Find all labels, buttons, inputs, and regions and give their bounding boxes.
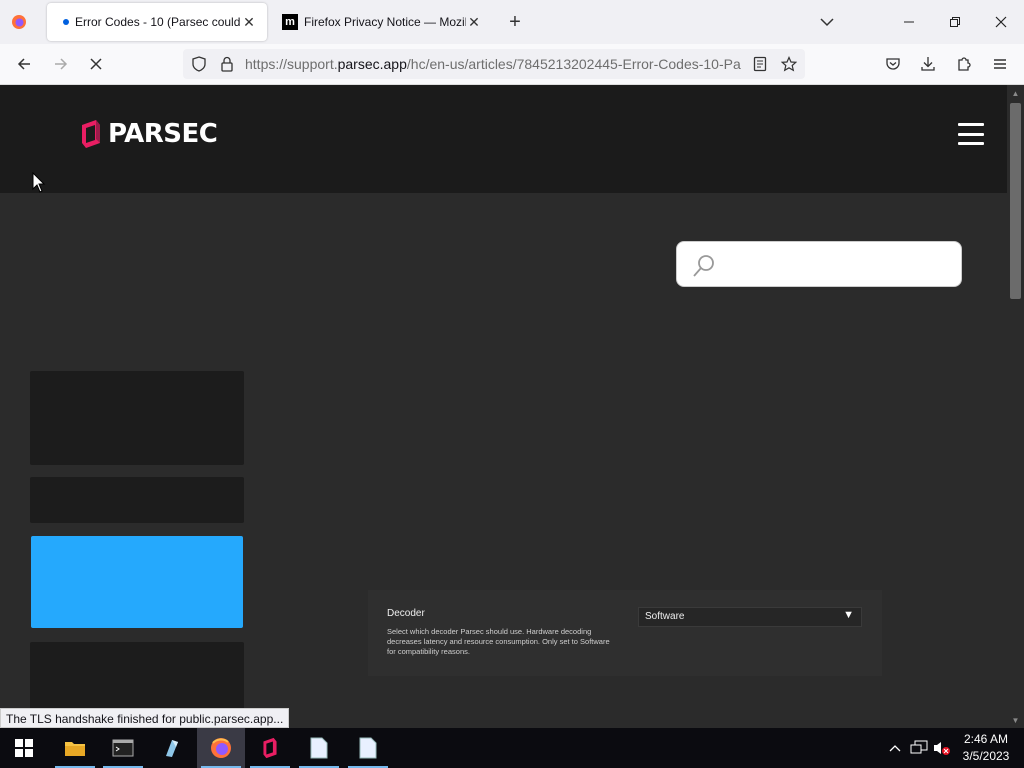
speaker-muted-icon: [934, 742, 950, 755]
tab-close-icon[interactable]: ✕: [241, 14, 257, 31]
network-icon: [910, 740, 928, 754]
download-icon: [921, 57, 935, 71]
decoder-select-value: Software: [645, 611, 685, 622]
search-icon: [693, 255, 714, 277]
new-tab-button[interactable]: +: [503, 10, 527, 34]
decoder-select[interactable]: Software ▼: [638, 607, 862, 627]
puzzle-icon: [958, 57, 971, 71]
tab-strip: Error Codes - 10 (Parsec couldn't ✕ m Fi…: [0, 0, 1024, 44]
pocket-button[interactable]: [878, 50, 908, 78]
back-button[interactable]: [9, 50, 39, 78]
highlight-card: [31, 536, 243, 628]
parsec-icon: [263, 737, 277, 759]
tab-close-icon[interactable]: ✕: [466, 14, 482, 31]
firefox-icon: [12, 15, 26, 29]
taskbar-document[interactable]: [295, 728, 343, 768]
url-domain: parsec.app: [337, 56, 407, 72]
placeholder-card: [30, 477, 244, 523]
placeholder-card: [30, 642, 244, 712]
firefox-icon: [211, 738, 231, 758]
menu-bar: [958, 142, 984, 145]
menu-bar: [958, 123, 984, 126]
scroll-down-icon[interactable]: ▼: [1007, 712, 1024, 728]
forward-button[interactable]: [46, 50, 76, 78]
decoder-description: Select which decoder Parsec should use. …: [387, 627, 610, 656]
minimize-icon: [904, 21, 914, 23]
placeholder-card: [30, 371, 244, 465]
extensions-button[interactable]: [949, 50, 979, 78]
tab-inactive[interactable]: m Firefox Privacy Notice — Mozilla ✕: [272, 3, 492, 41]
site-menu-button[interactable]: [958, 123, 984, 145]
chevron-up-icon: [889, 745, 901, 752]
taskbar-clock[interactable]: 2:46 AM 3/5/2023: [954, 731, 1018, 765]
restore-icon: [950, 17, 960, 27]
url-bar[interactable]: https://support.parsec.app/hc/en-us/arti…: [183, 49, 805, 79]
url-path: /hc/en-us/articles/7845213202445-Error-C…: [406, 56, 741, 72]
mozilla-favicon-icon: m: [282, 14, 298, 30]
page-scrollbar[interactable]: ▲ ▼: [1007, 85, 1024, 728]
page-content: PARSEC Decoder Select which decoder Pars…: [0, 85, 1007, 728]
folder-icon: [65, 742, 85, 756]
taskbar-document[interactable]: [344, 728, 392, 768]
show-hidden-icons[interactable]: [884, 728, 906, 768]
parsec-logo[interactable]: PARSEC: [80, 119, 218, 149]
url-prefix: https://support.: [245, 56, 338, 72]
reader-view-icon[interactable]: [753, 56, 767, 72]
scroll-thumb[interactable]: [1010, 103, 1021, 299]
close-icon: [995, 16, 1007, 28]
decoder-settings-panel: Decoder Select which decoder Parsec shou…: [368, 590, 882, 676]
volume-tray[interactable]: [931, 728, 953, 768]
clock-date: 3/5/2023: [962, 749, 1010, 763]
close-window-button[interactable]: [978, 0, 1024, 44]
arrow-right-icon: [55, 58, 68, 70]
url-text[interactable]: https://support.parsec.app/hc/en-us/arti…: [245, 56, 745, 72]
lock-icon[interactable]: [220, 56, 234, 72]
start-button[interactable]: [0, 728, 48, 768]
taskbar-app[interactable]: [148, 728, 196, 768]
stop-loading-button[interactable]: [81, 50, 111, 78]
dropdown-arrow-icon: ▼: [843, 609, 854, 621]
document-icon: [359, 737, 377, 759]
mouse-cursor-icon: [32, 172, 46, 193]
search-input[interactable]: [676, 241, 962, 287]
shield-icon[interactable]: [191, 56, 207, 72]
app-icon: [166, 740, 178, 757]
clock-time: 2:46 AM: [963, 732, 1009, 746]
navigation-toolbar: https://support.parsec.app/hc/en-us/arti…: [0, 44, 1024, 85]
restore-button[interactable]: [932, 0, 978, 44]
network-tray[interactable]: [907, 728, 931, 768]
tab-title: Firefox Privacy Notice — Mozilla: [304, 15, 466, 29]
document-icon: [310, 737, 328, 759]
chevron-down-icon: [820, 18, 834, 27]
downloads-button[interactable]: [913, 50, 943, 78]
minimize-button[interactable]: [886, 0, 932, 44]
hamburger-menu-icon: [994, 59, 1006, 69]
list-all-tabs-button[interactable]: [815, 10, 839, 34]
taskbar-terminal[interactable]: [99, 728, 147, 768]
app-menu-button[interactable]: [985, 50, 1015, 78]
scroll-up-icon[interactable]: ▲: [1007, 85, 1024, 101]
tab-title: Error Codes - 10 (Parsec couldn't: [75, 15, 241, 29]
taskbar-firefox[interactable]: [197, 728, 245, 768]
logo-text: PARSEC: [108, 119, 218, 149]
decoder-title: Decoder: [387, 608, 425, 619]
status-panel: The TLS handshake finished for public.pa…: [0, 708, 290, 728]
parsec-logo-icon: [82, 120, 100, 148]
stop-icon: [90, 58, 102, 70]
taskbar-file-explorer[interactable]: [51, 728, 99, 768]
tab-active[interactable]: Error Codes - 10 (Parsec couldn't ✕: [47, 3, 267, 41]
terminal-icon: [112, 739, 134, 757]
menu-bar: [958, 132, 984, 136]
windows-logo-icon: [15, 739, 33, 757]
arrow-left-icon: [17, 58, 30, 70]
pocket-icon: [886, 58, 900, 70]
site-header: PARSEC: [0, 85, 1007, 193]
windows-taskbar: 2:46 AM 3/5/2023: [0, 728, 1024, 768]
bookmark-star-icon[interactable]: [781, 56, 797, 72]
loading-indicator-icon: [63, 19, 69, 25]
firefox-view-button[interactable]: [6, 10, 32, 34]
taskbar-parsec[interactable]: [246, 728, 294, 768]
